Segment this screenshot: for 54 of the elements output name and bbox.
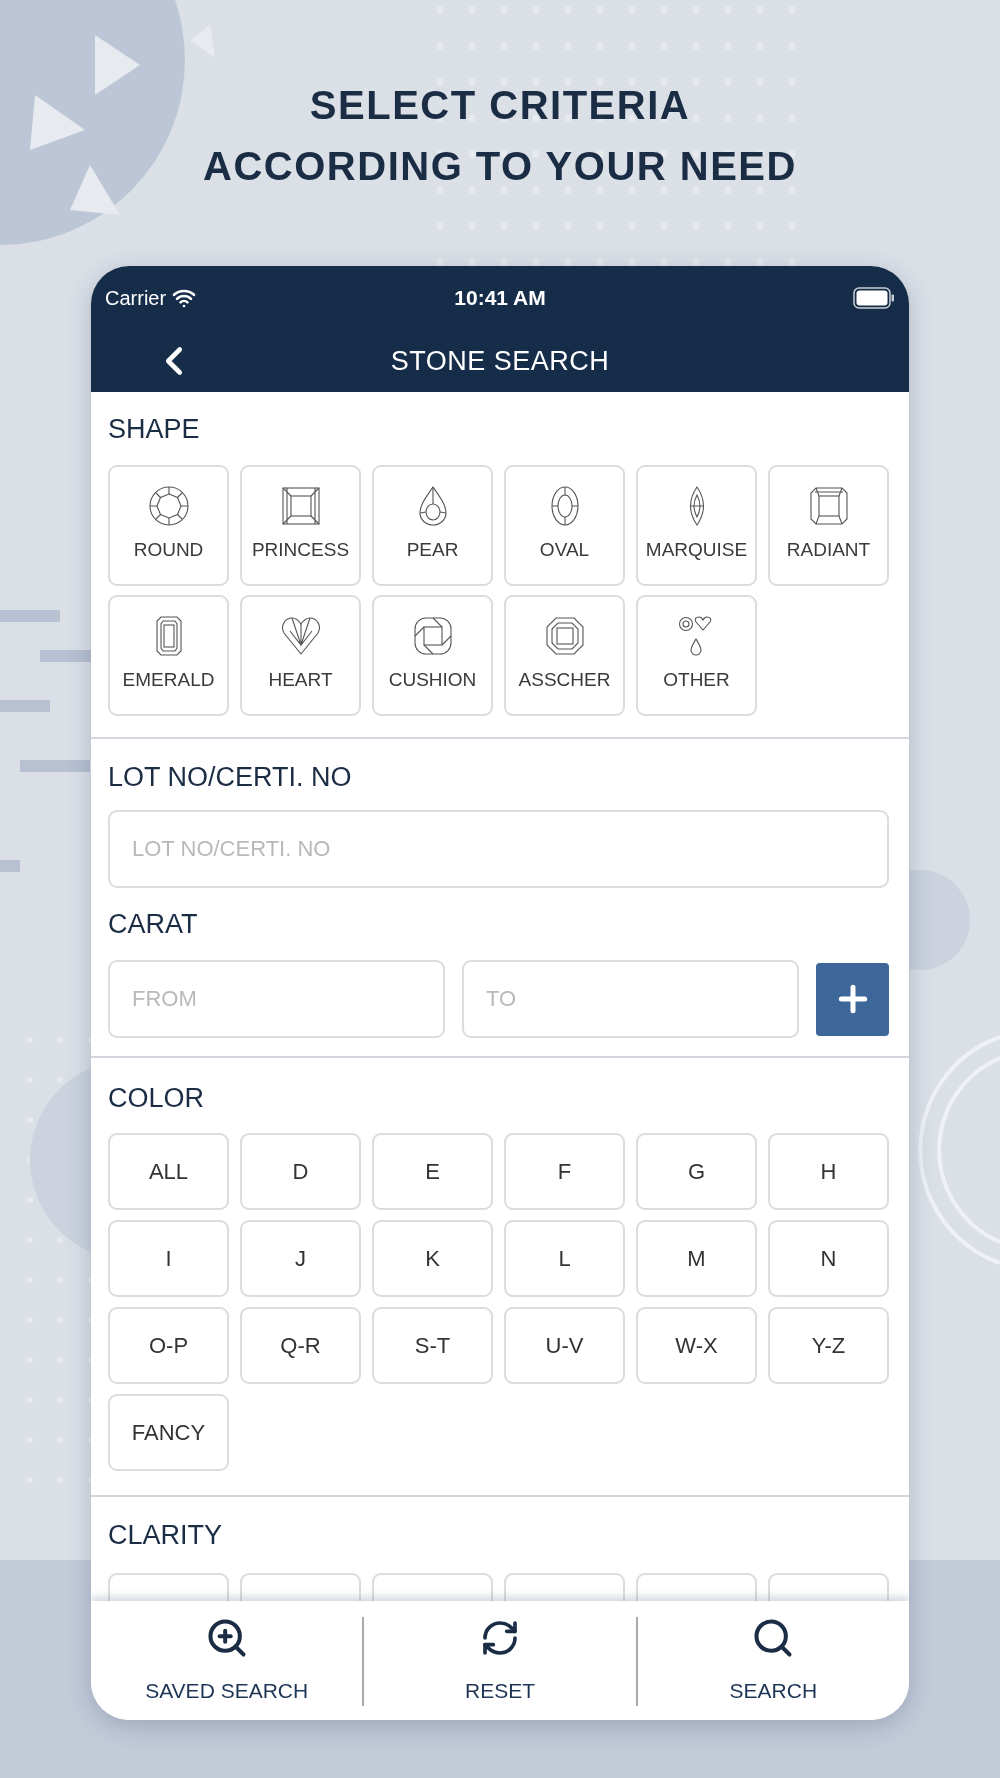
carat-from-field[interactable]: FROM [108,960,445,1038]
battery-icon [853,287,895,309]
shape-option[interactable]: PRINCESS [240,465,361,586]
section-title: COLOR [108,1083,206,1113]
shape-option[interactable]: OTHER [636,595,757,716]
shape-option[interactable]: RADIANT [768,465,889,586]
shape-option[interactable]: HEART [240,595,361,716]
color-option[interactable]: ALL [108,1133,229,1210]
asscher-gem-icon [543,615,586,657]
radiant-gem-icon [807,485,850,527]
carat-to-field[interactable]: TO [462,960,799,1038]
section-title: LOT NO/CERTI. NO [108,762,353,792]
add-range-button[interactable] [816,962,889,1036]
color-option[interactable]: H [768,1133,889,1210]
shape-option[interactable]: ROUND [108,465,229,586]
color-option[interactable]: D [240,1133,361,1210]
color-option[interactable]: G [636,1133,757,1210]
color-option[interactable]: U-V [504,1307,625,1384]
color-option[interactable]: F [504,1133,625,1210]
section-title: CARAT [108,909,199,939]
headline: SELECT CRITERIA ACCORDING TO YOUR NEED [203,82,797,190]
color-option[interactable]: J [240,1220,361,1297]
section-title: SHAPE [108,414,201,444]
color-option[interactable]: O-P [108,1307,229,1384]
color-option[interactable]: L [504,1220,625,1297]
color-option[interactable]: S-T [372,1307,493,1384]
shape-option[interactable]: EMERALD [108,595,229,716]
round-gem-icon [147,485,190,527]
color-option[interactable]: E [372,1133,493,1210]
princess-gem-icon [279,485,322,527]
color-option[interactable]: N [768,1220,889,1297]
color-option[interactable]: FANCY [108,1394,229,1471]
heart-gem-icon [279,615,322,657]
cushion-gem-icon [411,615,454,657]
shape-option[interactable]: OVAL [504,465,625,586]
color-option[interactable]: Y-Z [768,1307,889,1384]
toolbar-button[interactable]: RESET [364,1601,636,1720]
carrier-label: Carrier [105,286,167,310]
color-option[interactable]: I [108,1220,229,1297]
shape-option[interactable]: CUSHION [372,595,493,716]
shape-option[interactable]: MARQUISE [636,465,757,586]
shape-option[interactable]: PEAR [372,465,493,586]
color-option[interactable]: Q-R [240,1307,361,1384]
shape-option[interactable]: ASSCHER [504,595,625,716]
status-time: 10:41 AM [454,286,546,310]
refresh-icon [480,1618,520,1658]
color-option[interactable]: M [636,1220,757,1297]
screen-title: STONE SEARCH [390,345,610,377]
toolbar-button[interactable]: SEARCH [637,1601,909,1720]
color-option[interactable]: K [372,1220,493,1297]
toolbar-button[interactable]: SAVED SEARCH [91,1601,363,1720]
lot-number-field[interactable]: LOT NO/CERTI. NO [108,810,889,888]
section-title: CLARITY [108,1520,224,1550]
color-option[interactable]: W-X [636,1307,757,1384]
